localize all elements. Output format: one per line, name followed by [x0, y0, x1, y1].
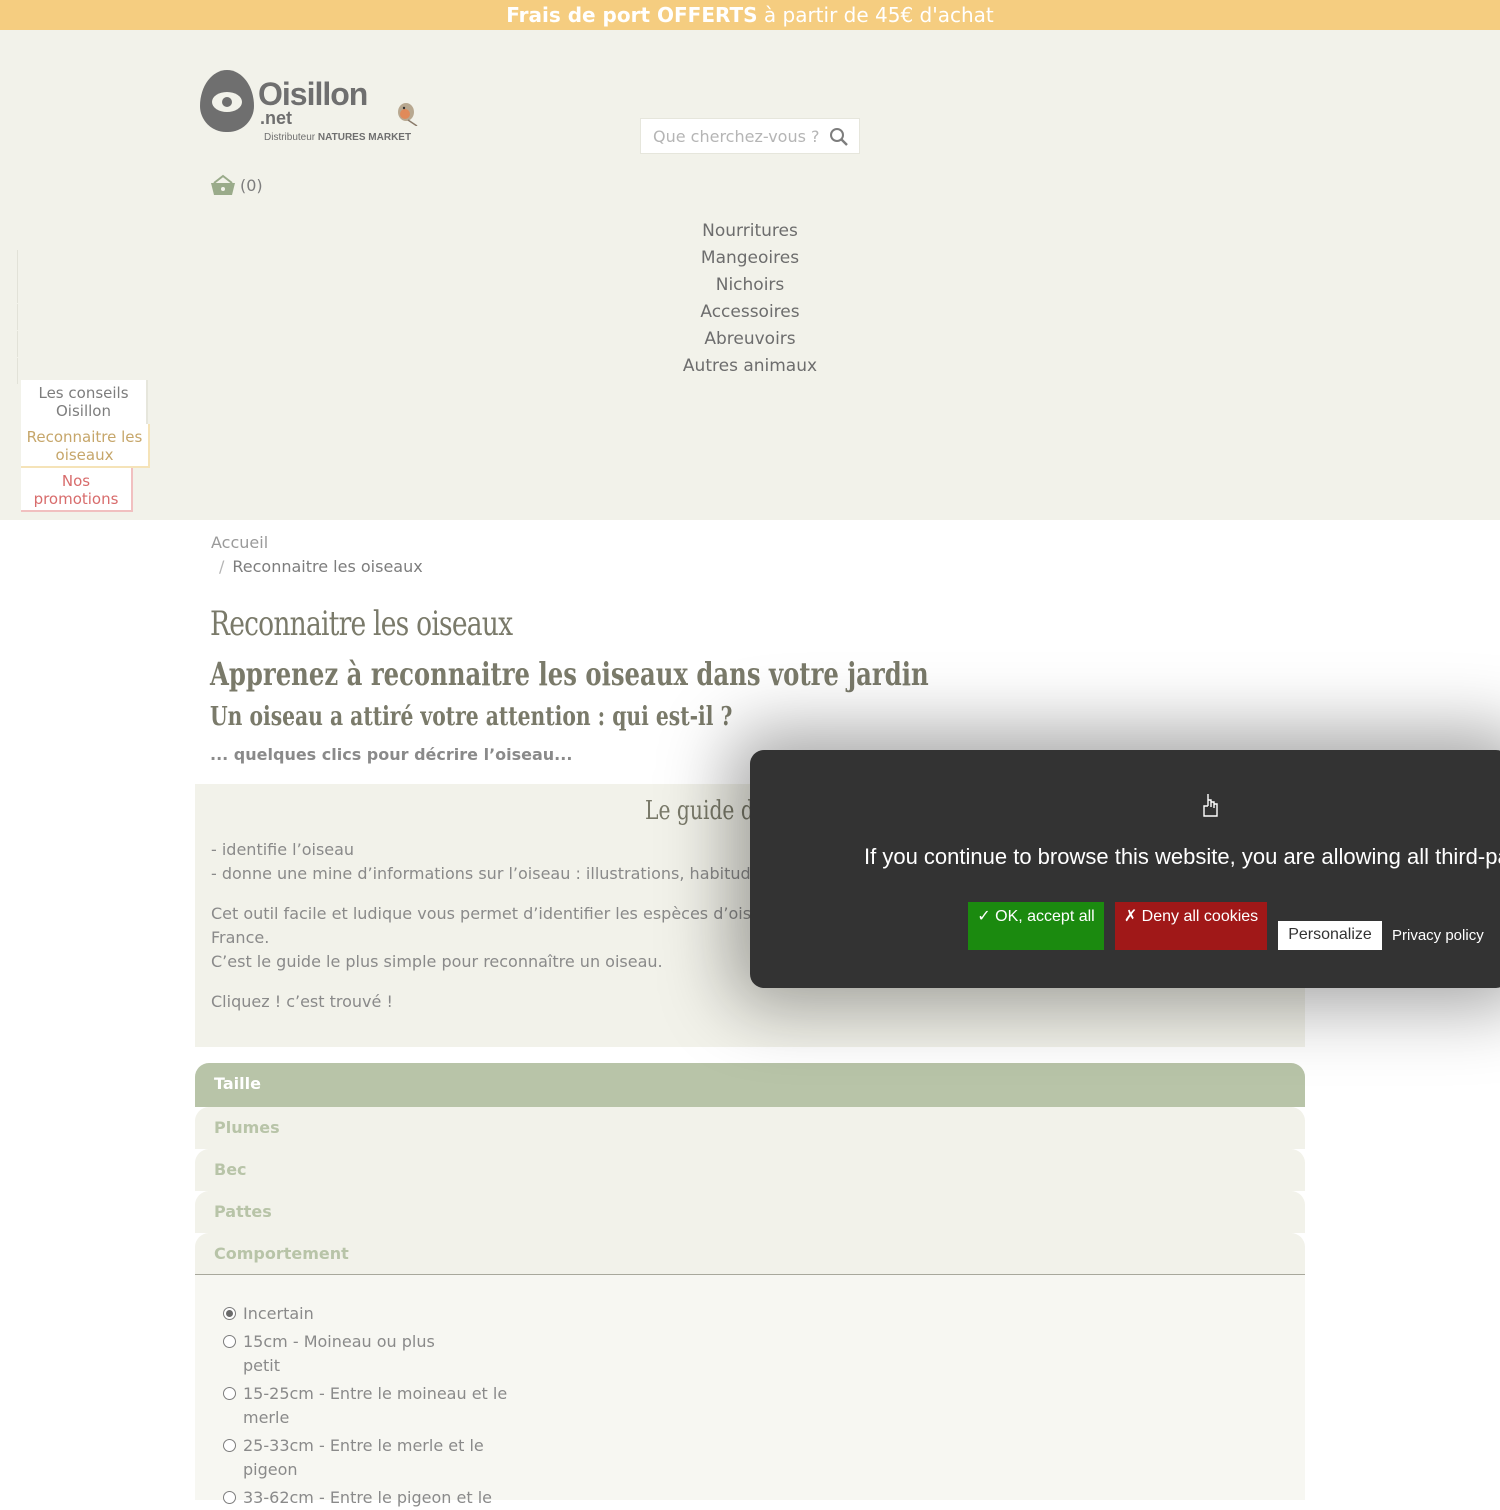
- breadcrumb-home[interactable]: Accueil: [211, 533, 423, 557]
- page-lead: ... quelques clics pour décrire l’oiseau…: [210, 745, 573, 764]
- logo-tagline-brand: NATURES MARKET: [317, 132, 412, 143]
- size-option-label: 25-33cm - Entre le merle et le pigeon: [243, 1436, 484, 1479]
- size-option-label: 15-25cm - Entre le moineau et le merle: [243, 1384, 508, 1427]
- radio-button[interactable]: [223, 1439, 236, 1452]
- size-options-panel: Incertain 15cm - Moineau ou plus petit 1…: [195, 1275, 1305, 1507]
- menu-item-nourritures[interactable]: Nourritures: [600, 220, 900, 247]
- page-subtitle: Apprenez à reconnaitre les oiseaux dans …: [210, 655, 929, 693]
- search-icon[interactable]: [829, 127, 849, 147]
- shipping-banner-highlight: Frais de port OFFERTS: [506, 3, 758, 27]
- size-option-label: 15cm - Moineau ou plus petit: [243, 1332, 435, 1375]
- accordion-tab-pattes[interactable]: Pattes: [195, 1191, 1305, 1233]
- side-divider: [17, 304, 18, 330]
- breadcrumb-separator: /: [219, 557, 225, 576]
- side-divider: [17, 358, 18, 384]
- site-header: Oisillon .net Distributeur NATURES MARKE…: [0, 30, 1500, 520]
- page-question: Un oiseau a attiré votre attention : qui…: [210, 702, 733, 732]
- cart-count: (0): [240, 175, 263, 195]
- cookie-message: If you continue to browse this website, …: [864, 844, 1500, 869]
- page-title: Reconnaitre les oiseaux: [210, 604, 513, 644]
- side-divider: [17, 250, 18, 278]
- logo-tld: .net: [260, 108, 293, 128]
- search-box: [640, 118, 860, 154]
- guide-title: Le guide de: [645, 796, 766, 826]
- guide-line: France.: [211, 928, 270, 947]
- deny-cookies-button[interactable]: ✗ Deny all cookies: [1115, 902, 1267, 950]
- menu-item-autres-animaux[interactable]: Autres animaux: [600, 355, 900, 382]
- robin-icon: [398, 103, 418, 126]
- guide-line: Cet outil facile et ludique vous permet …: [211, 904, 771, 923]
- accordion-tab-comportement[interactable]: Comportement: [195, 1233, 1305, 1275]
- side-tab-conseils[interactable]: Les conseils Oisillon: [21, 380, 148, 424]
- criteria-accordion: Taille Plumes Bec Pattes Comportement: [195, 1063, 1305, 1275]
- accordion-tab-plumes[interactable]: Plumes: [195, 1107, 1305, 1149]
- breadcrumb: Accueil / Reconnaitre les oiseaux: [211, 533, 423, 576]
- guide-line: - donne une mine d’informations sur l’oi…: [211, 864, 769, 883]
- size-option[interactable]: 15-25cm - Entre le moineau et le merle: [223, 1382, 513, 1430]
- cart-button[interactable]: (0): [210, 172, 263, 198]
- side-tab-reconnaitre[interactable]: Reconnaitre les oiseaux: [21, 424, 150, 468]
- site-logo[interactable]: Oisillon .net Distributeur NATURES MARKE…: [200, 70, 430, 148]
- personalize-cookies-button[interactable]: Personalize: [1278, 921, 1382, 950]
- guide-line: - identifie l’oiseau: [211, 840, 355, 859]
- guide-line: C’est le guide le plus simple pour recon…: [211, 952, 663, 971]
- shipping-banner-text: à partir de 45€ d'achat: [757, 3, 994, 27]
- accordion-tab-taille[interactable]: Taille: [195, 1063, 1305, 1107]
- menu-item-abreuvoirs[interactable]: Abreuvoirs: [600, 328, 900, 355]
- basket-icon: [211, 174, 235, 195]
- breadcrumb-current-item: / Reconnaitre les oiseaux: [211, 557, 423, 576]
- radio-button[interactable]: [223, 1335, 236, 1348]
- privacy-policy-link[interactable]: Privacy policy: [1392, 926, 1484, 945]
- menu-item-mangeoires[interactable]: Mangeoires: [600, 247, 900, 274]
- search-input[interactable]: [641, 119, 821, 153]
- radio-button[interactable]: [223, 1387, 236, 1400]
- size-option[interactable]: 33-62cm - Entre le pigeon et le: [223, 1486, 513, 1510]
- side-divider: [17, 277, 18, 303]
- accordion-tab-bec[interactable]: Bec: [195, 1149, 1305, 1191]
- pointing-hand-icon: [1203, 794, 1218, 817]
- guide-line: Cliquez ! c’est trouvé !: [211, 992, 393, 1011]
- shipping-banner: Frais de port OFFERTS à partir de 45€ d'…: [0, 0, 1500, 30]
- menu-item-nichoirs[interactable]: Nichoirs: [600, 274, 900, 301]
- size-option-label: 33-62cm - Entre le pigeon et le: [243, 1488, 492, 1507]
- radio-button[interactable]: [223, 1307, 236, 1320]
- size-option[interactable]: 25-33cm - Entre le merle et le pigeon: [223, 1434, 493, 1482]
- accept-cookies-button[interactable]: ✓ OK, accept all: [968, 902, 1104, 950]
- size-option[interactable]: Incertain: [223, 1302, 513, 1326]
- menu-item-accessoires[interactable]: Accessoires: [600, 301, 900, 328]
- egg-pupil-icon: [222, 97, 232, 107]
- logo-tagline: Distributeur NATURES MARKET: [264, 132, 411, 143]
- logo-tagline-prefix: Distributeur: [264, 132, 316, 143]
- breadcrumb-current: Reconnaitre les oiseaux: [232, 557, 423, 576]
- size-option-label: Incertain: [243, 1304, 314, 1323]
- cookie-banner: If you continue to browse this website, …: [750, 750, 1500, 988]
- size-option[interactable]: 15cm - Moineau ou plus petit: [223, 1330, 443, 1378]
- side-divider: [17, 331, 18, 357]
- radio-button[interactable]: [223, 1491, 236, 1504]
- side-tab-promotions[interactable]: Nos promotions: [21, 468, 133, 512]
- main-menu: Nourritures Mangeoires Nichoirs Accessoi…: [600, 220, 900, 382]
